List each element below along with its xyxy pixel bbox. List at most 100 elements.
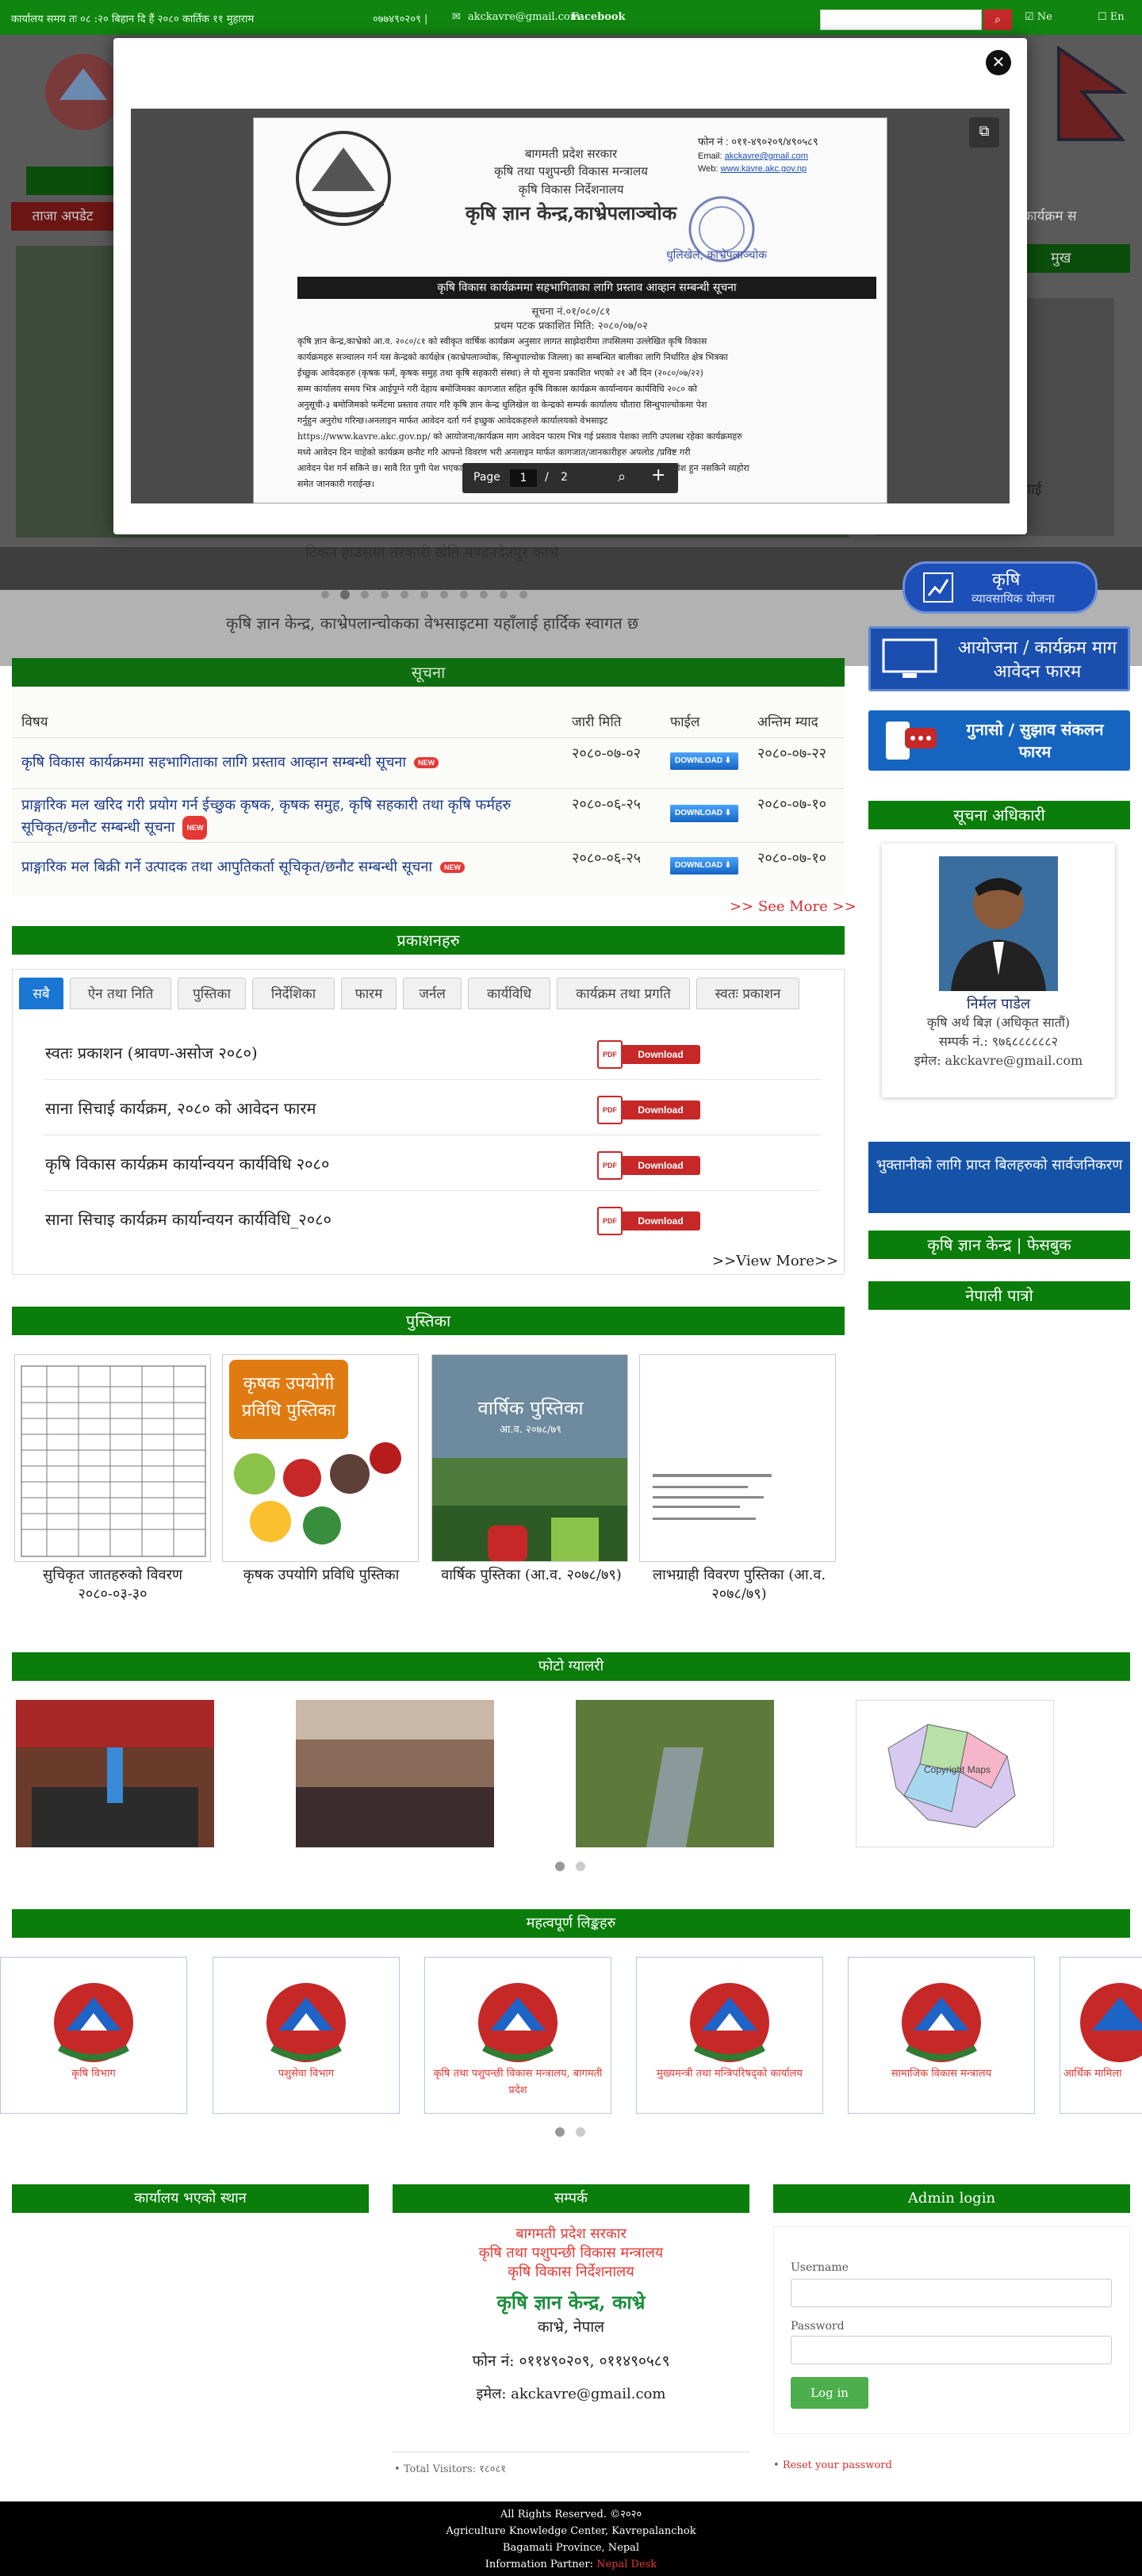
project-form-banner[interactable]: आयोजना / कार्यक्रम माग आवेदन फारम [868,626,1130,691]
pdf-download-button[interactable]: PDF Download [597,1040,700,1069]
link-label[interactable]: कृषि तथा पशुपन्छी विकास मन्त्रालय, बागमत… [430,2065,606,2099]
contact-phone: फोन नं: ०११४९०२०९, ०११४९०५८९ [472,2352,670,2370]
link-card[interactable]: कृषि विभाग [0,1957,187,2114]
booklet-caption[interactable]: वार्षिक पुस्तिका (आ.व. २०७८/७९) [428,1566,634,1585]
link-label[interactable]: आर्थिक मामिला [1063,2065,1122,2080]
nepal-flag [1051,44,1130,147]
links-dot[interactable] [555,2127,565,2137]
tab-forms[interactable]: फारम [341,978,397,1009]
col-subject: विषय [21,714,48,730]
publication-title[interactable]: स्वतः प्रकाशन (श्रावण-असोज २०८०) [45,1042,258,1063]
table-row[interactable]: प्राङ्गारिक मल बिक्री गर्ने उत्पादक तथा … [12,842,845,893]
zoom-out-icon[interactable]: ⌕ [618,469,626,485]
table-row[interactable]: कृषि विकास कार्यक्रममा सहभागिताका लागि प… [12,737,845,788]
gallery-photo[interactable] [16,1700,214,1847]
booklet-cover[interactable]: कृषक उपयोगी प्रविधि पुस्तिका [222,1354,419,1562]
reset-password-link[interactable]: Reset your password [783,2459,892,2471]
tab-proactive-disclosure[interactable]: स्वतः प्रकाशन [696,978,799,1009]
see-more-link[interactable]: >> See More >> [730,898,856,915]
booklet-cover[interactable] [14,1354,211,1562]
pdf-icon: PDF [597,1151,623,1180]
links-dot[interactable] [576,2127,585,2137]
username-input[interactable] [791,2279,1112,2307]
link-card[interactable]: मुख्यमन्त्री तथा मन्त्रिपरिषद्को कार्याल… [636,1957,823,2114]
info-officer-header: सूचना अधिकारी [868,801,1130,829]
payment-bills-button[interactable]: भुक्तानीको लागि प्राप्त बिलहरुको सार्वजन… [868,1142,1130,1213]
view-more-link[interactable]: >>View More>> [712,1253,838,1269]
link-card[interactable]: आर्थिक मामिला [1060,1957,1142,2114]
business-plan-banner[interactable]: कृषि व्यावसायिक योजना [902,561,1098,614]
province-line: Bagamati Province, Nepal [502,2542,640,2554]
search-input[interactable] [820,10,982,30]
org-line: Agriculture Knowledge Center, Kavrepalan… [446,2525,696,2537]
tab-programs-progress[interactable]: कार्यक्रम तथा प्रगति [557,978,690,1009]
pdf-download-button[interactable]: PDF Download [597,1207,700,1235]
partner-link[interactable]: Nepal Desk [596,2559,657,2570]
tab-procedures[interactable]: कार्यविधि [468,978,550,1009]
email-link[interactable]: akckavre@gmail.com [468,11,580,23]
download-button[interactable]: DOWNLOAD ⬇ [670,857,738,875]
business-plan-title: कृषि [992,570,1021,590]
pdf-download-button[interactable]: PDF Download [597,1096,700,1124]
download-button[interactable]: DOWNLOAD ⬇ [670,805,738,822]
download-button[interactable]: DOWNLOAD ⬇ [670,752,738,770]
pdf-download-button[interactable]: PDF Download [597,1151,700,1180]
project-form-label: आयोजना / कार्यक्रम माग आवेदन फारम [957,638,1117,682]
tab-acts-policies[interactable]: ऐन तथा निति [70,978,171,1009]
doc-directorate: कृषि विकास निर्देशनालय [518,182,624,197]
lang-en-option[interactable]: ☐ En [1098,11,1125,23]
facebook-link[interactable]: Facebook [571,11,626,23]
booklet-caption[interactable]: लाभग्राही विवरण पुस्तिका (आ.व. २०७८/७९) [636,1566,842,1604]
list-item[interactable]: साना सिचाई कार्यक्रम, २०८० को आवेदन फारम… [44,1080,821,1135]
booklet-cover[interactable] [639,1354,836,1562]
complaint-form-banner[interactable]: गुनासो / सुझाव संकलन फारम [868,710,1130,771]
password-input[interactable] [791,2336,1112,2364]
booklet-cover-title: वार्षिक पुस्तिका [477,1397,584,1419]
link-label[interactable]: सामाजिक विकास मन्त्रालय [853,2065,1029,2082]
table-row[interactable]: प्राङ्गारिक मल खरिद गरी प्रयोग गर्न ईच्छ… [12,788,845,842]
tab-booklets[interactable]: पुस्तिका [178,978,246,1009]
zoom-in-icon[interactable]: + [651,465,665,485]
link-label[interactable]: मुख्यमन्त्री तथा मन्त्रिपरिषद्को कार्याल… [642,2065,818,2082]
gallery-dot[interactable] [555,1862,565,1871]
notice-subject[interactable]: कृषि विकास कार्यक्रममा सहभागिताका लागि प… [21,754,406,771]
contact-email: इमेल: akckavre@gmail.com [476,2386,666,2402]
booklet-caption[interactable]: सुचिकृत जातहरुको विवरण २०८०-०३-३० [10,1566,216,1604]
tab-all[interactable]: सबै [19,978,63,1009]
lang-ne-option[interactable]: ☑ Ne [1025,11,1052,23]
notice-subject[interactable]: प्राङ्गारिक मल बिक्री गर्ने उत्पादक तथा … [21,859,432,875]
publication-title[interactable]: साना सिचाई कार्यक्रम, २०८० को आवेदन फारम [45,1097,316,1119]
publication-title[interactable]: साना सिचाइ कार्यक्रम कार्यान्वयन कार्यवि… [45,1208,331,1230]
link-label[interactable]: कृषि विभाग [6,2065,182,2082]
list-item[interactable]: कृषि विकास कार्यक्रम कार्यान्वयन कार्यवि… [44,1135,821,1191]
link-card[interactable]: पशुसेवा विभाग [213,1957,400,2114]
gallery-dot[interactable] [576,1862,585,1871]
booklet-caption[interactable]: कृषक उपयोगि प्रविधि पुस्तिका [218,1566,424,1585]
links-header: महत्वपूर्ण लिङ्कहरु [12,1909,1130,1938]
officer-role: कृषि अर्थ बिज्ञ (अधिकृत सातौं) [926,1015,1071,1030]
link-label[interactable]: पशुसेवा विभाग [218,2065,394,2082]
login-button[interactable]: Log in [791,2377,868,2409]
tab-guidelines[interactable]: निर्देशिका [252,978,335,1009]
close-icon[interactable]: ✕ [986,50,1011,75]
list-item[interactable]: स्वतः प्रकाशन (श्रावण-असोज २०८०) PDF Down… [44,1024,821,1080]
visitor-counter: • Total Visitors: १८०८१ [394,2463,506,2475]
officer-phone: सम्पर्क नं.: ९७६८८८८८८२ [938,1034,1059,1049]
popout-icon[interactable]: ⧉ [969,117,999,147]
chart-icon [923,572,953,603]
gallery-photo[interactable] [296,1700,494,1847]
notice-subject[interactable]: प्राङ्गारिक मल खरिद गरी प्रयोग गर्न ईच्छ… [21,797,511,836]
main-label: मुख [1027,244,1130,273]
search-button[interactable]: ⌕ [983,10,1012,30]
contact-block: बागमती प्रदेश सरकार कृषि तथा पशुपन्छी वि… [393,2225,749,2404]
gallery-photo[interactable]: Copyright Maps [856,1700,1054,1847]
link-card[interactable]: कृषि तथा पशुपन्छी विकास मन्त्रालय, बागमत… [424,1957,611,2114]
publication-title[interactable]: कृषि विकास कार्यक्रम कार्यान्वयन कार्यवि… [45,1153,329,1174]
tab-journal[interactable]: जर्नल [403,978,462,1009]
booklet-cover[interactable]: वार्षिक पुस्तिका आ.व. २०७८/७९ [431,1354,628,1562]
list-item[interactable]: साना सिचाइ कार्यक्रम कार्यान्वयन कार्यवि… [44,1191,821,1246]
publications-header: प्रकाशनहरु [12,926,845,955]
gallery-photo[interactable] [576,1700,774,1847]
page-number-input[interactable]: 1 [510,469,537,487]
link-card[interactable]: सामाजिक विकास मन्त्रालय [848,1957,1035,2114]
